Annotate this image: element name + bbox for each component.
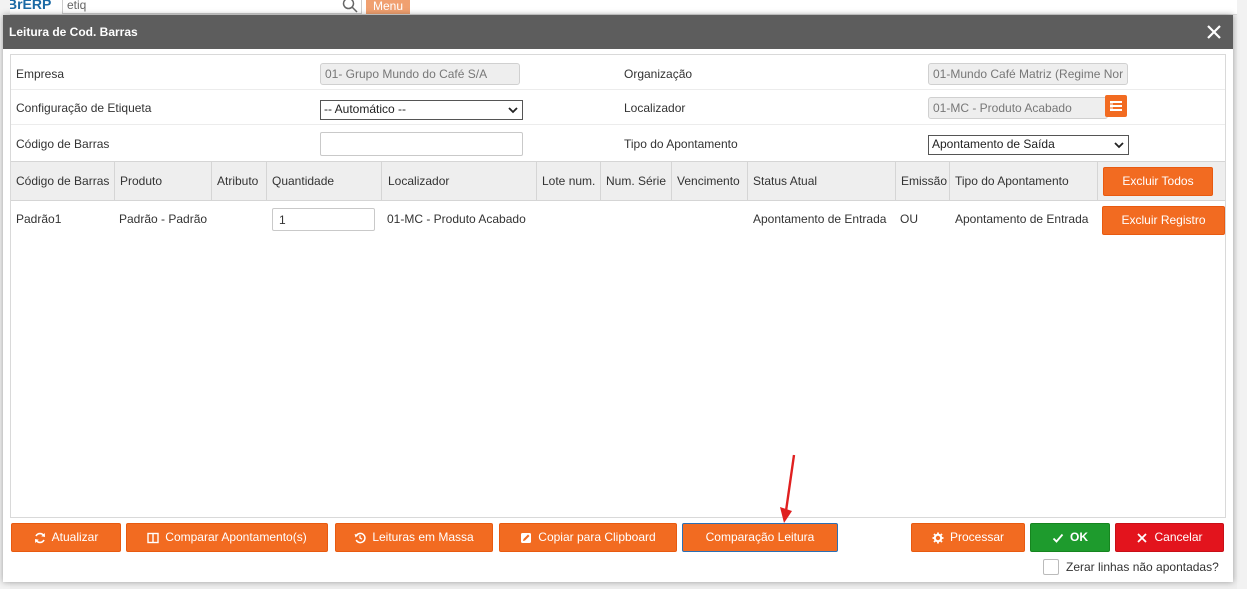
tipo-apontamento-label: Tipo do Apontamento bbox=[624, 137, 738, 151]
localizador-lookup-button[interactable] bbox=[1105, 95, 1127, 117]
search-icon[interactable] bbox=[342, 0, 358, 13]
cell-produto: Padrão - Padrão bbox=[119, 212, 208, 226]
table-header: Código de Barras Produto Atributo Quanti… bbox=[11, 161, 1225, 201]
column-header: Produto bbox=[115, 162, 212, 200]
leituras-em-massa-button[interactable]: Leituras em Massa bbox=[335, 523, 493, 552]
check-icon bbox=[1052, 533, 1064, 543]
codigo-barras-label: Código de Barras bbox=[16, 137, 110, 151]
background-search-input[interactable]: etiq bbox=[62, 0, 362, 14]
column-header: Quantidade bbox=[267, 162, 382, 200]
cell-codigo: Padrão1 bbox=[16, 212, 62, 226]
config-etiqueta-label: Configuração de Etiqueta bbox=[16, 101, 152, 115]
cell-tipo: Apontamento de Entrada bbox=[955, 212, 1089, 226]
dialog-body: Empresa 01- Grupo Mundo do Café S/A Orga… bbox=[10, 54, 1226, 518]
localizador-field: 01-MC - Produto Acabado bbox=[928, 97, 1108, 119]
zerar-linhas-label: Zerar linhas não apontadas? bbox=[1066, 560, 1219, 574]
excluir-registro-button[interactable]: Excluir Registro bbox=[1102, 206, 1225, 235]
processar-button[interactable]: Processar bbox=[911, 523, 1025, 552]
chevron-down-icon bbox=[508, 107, 518, 114]
close-icon bbox=[1137, 533, 1148, 543]
form-row-empresa: Empresa 01- Grupo Mundo do Café S/A Orga… bbox=[11, 55, 1225, 90]
ok-button[interactable]: OK bbox=[1030, 523, 1110, 552]
dialog-title: Leitura de Cod. Barras bbox=[9, 25, 138, 39]
empresa-label: Empresa bbox=[16, 67, 65, 81]
zerar-linhas-checkbox[interactable] bbox=[1043, 559, 1059, 575]
cell-status: Apontamento de Entrada bbox=[753, 212, 887, 226]
refresh-icon bbox=[34, 532, 45, 544]
dialog-header: Leitura de Cod. Barras bbox=[3, 15, 1233, 49]
background-app-bar: BrERP etiq Menu bbox=[0, 0, 1247, 15]
codigo-barras-input[interactable] bbox=[320, 132, 523, 156]
excluir-todos-button[interactable]: Excluir Todos bbox=[1103, 167, 1213, 196]
column-header: Tipo do Apontamento bbox=[950, 162, 1098, 200]
config-etiqueta-select[interactable]: -- Automático -- bbox=[320, 100, 523, 120]
atualizar-button[interactable]: Atualizar bbox=[11, 523, 121, 552]
gear-icon bbox=[932, 532, 944, 544]
history-icon bbox=[354, 532, 366, 544]
column-header: Emissão bbox=[896, 162, 950, 200]
comparar-apontamentos-button[interactable]: Comparar Apontamento(s) bbox=[126, 523, 328, 552]
chevron-down-icon bbox=[1114, 142, 1124, 149]
cancelar-button[interactable]: Cancelar bbox=[1115, 523, 1224, 552]
list-icon bbox=[1110, 101, 1122, 111]
form-row-config: Configuração de Etiqueta -- Automático -… bbox=[11, 90, 1225, 125]
columns-icon bbox=[147, 532, 159, 544]
background-right-edge bbox=[1237, 0, 1247, 589]
cell-localizador: 01-MC - Produto Acabado bbox=[387, 212, 526, 226]
annotation-arrow-icon bbox=[780, 454, 796, 523]
localizador-label: Localizador bbox=[624, 101, 686, 115]
column-header: Localizador bbox=[382, 162, 537, 200]
comparacao-leitura-button[interactable]: Comparação Leitura bbox=[682, 523, 838, 552]
cell-emissao: OU bbox=[900, 212, 918, 226]
background-menu-button[interactable]: Menu bbox=[366, 0, 410, 14]
copiar-clipboard-button[interactable]: Copiar para Clipboard bbox=[499, 523, 677, 552]
column-header: Lote num. bbox=[537, 162, 601, 200]
column-header: Atributo bbox=[212, 162, 267, 200]
tipo-apontamento-select[interactable]: Apontamento de Saída bbox=[928, 135, 1129, 155]
column-header: Num. Série bbox=[601, 162, 672, 200]
organizacao-label: Organização bbox=[624, 67, 693, 81]
close-icon[interactable] bbox=[1205, 23, 1223, 41]
column-header: Vencimento bbox=[672, 162, 748, 200]
quantity-input[interactable]: 1 bbox=[272, 208, 375, 231]
empresa-field: 01- Grupo Mundo do Café S/A bbox=[320, 63, 520, 85]
column-header: Status Atual bbox=[748, 162, 896, 200]
organizacao-field: 01-Mundo Café Matriz (Regime Nor bbox=[928, 63, 1128, 85]
column-header: Código de Barras bbox=[11, 162, 115, 200]
edit-icon bbox=[521, 532, 532, 543]
table-row: Padrão1 Padrão - Padrão 1 01-MC - Produt… bbox=[11, 201, 1225, 237]
form-row-codigo: Código de Barras Tipo do Apontamento Apo… bbox=[11, 125, 1225, 161]
barcode-reading-dialog: Leitura de Cod. Barras Empresa 01- Grupo… bbox=[3, 15, 1233, 582]
